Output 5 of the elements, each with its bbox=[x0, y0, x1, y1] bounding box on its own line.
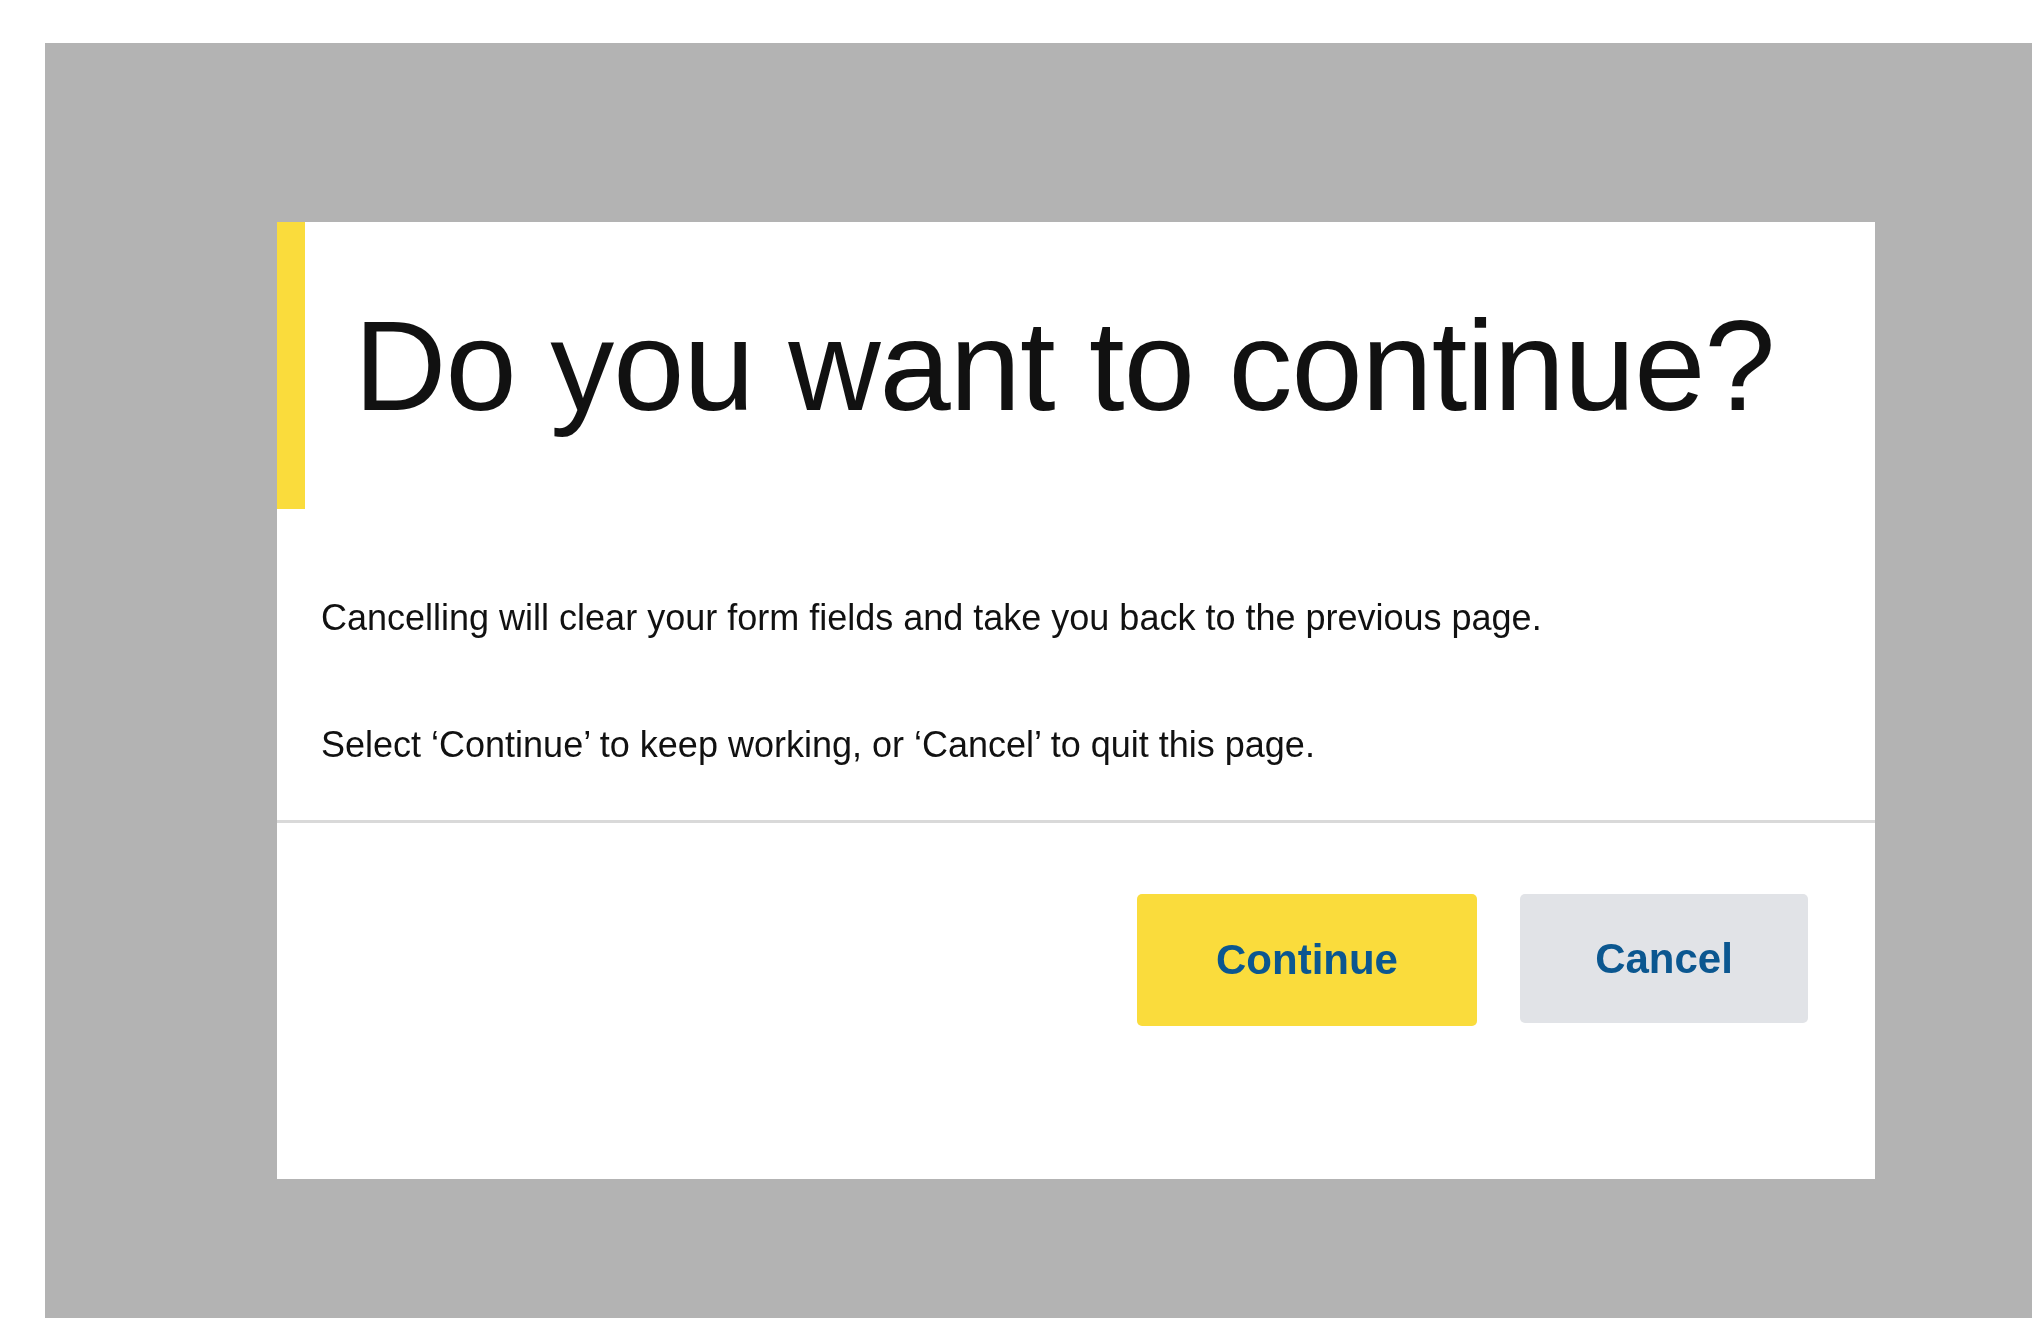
dialog-message: Cancelling will clear your form fields and take you back to the previous page. bbox=[321, 596, 1543, 640]
dialog-title: Do you want to continue? bbox=[354, 293, 1775, 439]
dialog-message: Select ‘Continue’ to keep working, or ‘Cancel’ to quit this page. bbox=[321, 723, 1316, 767]
cancel-button[interactable]: Cancel bbox=[1520, 894, 1808, 1023]
continue-button[interactable]: Continue bbox=[1137, 894, 1477, 1026]
